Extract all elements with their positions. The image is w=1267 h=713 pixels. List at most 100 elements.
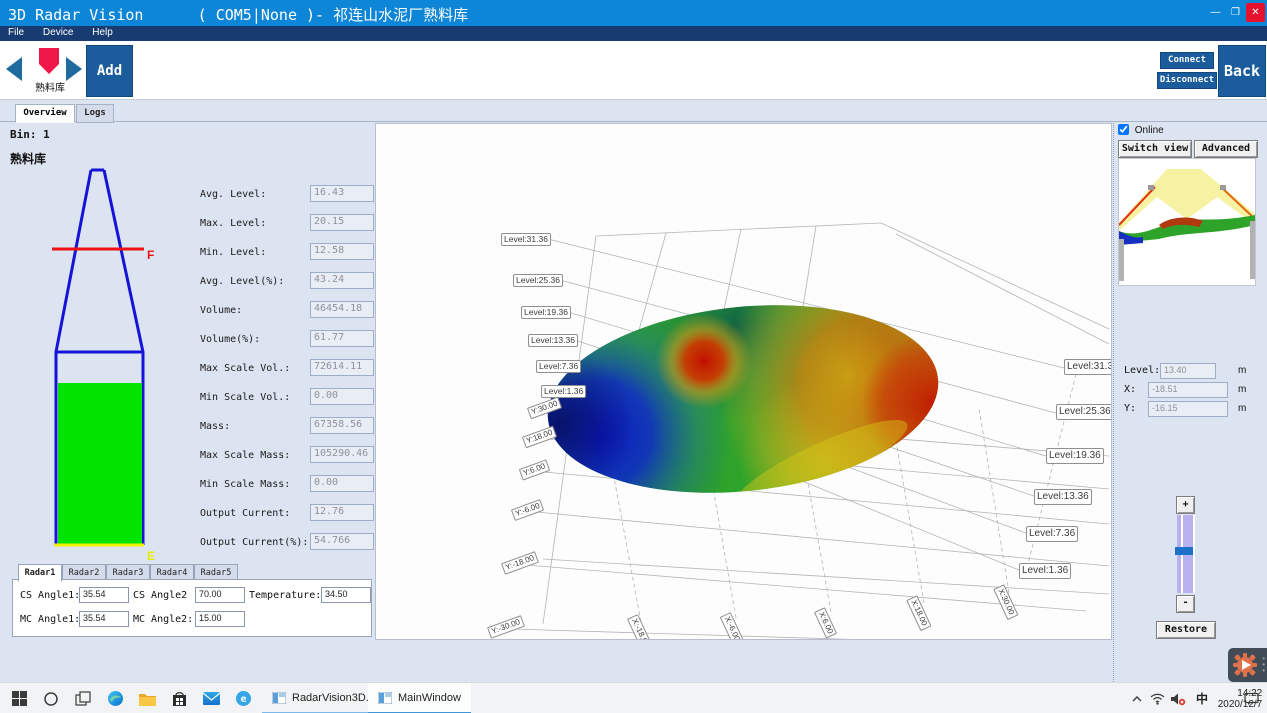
window-title: 3D Radar Vision ( COM5|None )- 祁连山水泥厂熟料库	[8, 4, 468, 25]
bin-pin-icon[interactable]	[36, 47, 62, 82]
stat-row: Volume:46454.18m^3	[200, 298, 400, 327]
cursor-level-label: Level:	[1124, 365, 1160, 376]
online-toggle-row: Online	[1118, 124, 1164, 136]
silo-fill-level	[58, 383, 142, 544]
cs-angle2-label: CS Angle2 :	[133, 590, 199, 601]
search-icon[interactable]	[36, 683, 66, 713]
minimize-button[interactable]: —	[1206, 3, 1225, 22]
cursor-x-unit: m	[1238, 384, 1246, 395]
level-label: Level:13.36	[1034, 489, 1092, 505]
title-bar: 3D Radar Vision ( COM5|None )- 祁连山水泥厂熟料库…	[0, 0, 1267, 26]
ime-indicator[interactable]: 中	[1192, 683, 1212, 713]
back-button[interactable]: Back	[1218, 45, 1266, 97]
mc-angle2-field[interactable]: 15.00	[195, 611, 245, 627]
add-button[interactable]: Add	[86, 45, 133, 97]
surface-mesh	[536, 294, 956, 522]
cursor-x-label: X:	[1124, 384, 1136, 395]
tab-logs[interactable]: Logs	[76, 104, 114, 123]
mail-icon[interactable]	[196, 683, 226, 713]
stat-value-field[interactable]: 12.58	[310, 243, 374, 260]
mc-angle1-field[interactable]: 35.54	[79, 611, 129, 627]
tab-overview[interactable]: Overview	[15, 104, 75, 123]
stat-value-field[interactable]: 0.00	[310, 475, 374, 492]
screen-recorder-widget[interactable]: •••	[1228, 648, 1267, 682]
menu-help[interactable]: Help	[84, 26, 121, 38]
volume-muted-icon[interactable]	[1168, 683, 1188, 713]
cs-angle1-label: CS Angle1:	[20, 590, 80, 601]
level-label: Level:13.36	[528, 334, 578, 347]
stat-value-field[interactable]: 72614.11	[310, 359, 374, 376]
edge-browser-icon[interactable]	[100, 683, 130, 713]
temperature-field[interactable]: 34.50	[321, 587, 371, 603]
stat-row: Min Scale Vol.:0.00m^3	[200, 385, 400, 414]
disconnect-button[interactable]: Disconnect	[1157, 72, 1217, 89]
stat-value-field[interactable]: 67358.56	[310, 417, 374, 434]
level-label: Level:1.36	[541, 385, 586, 398]
surface-plot-3d[interactable]: Level:31.36 Level:25.36 Level:19.36 Leve…	[375, 123, 1112, 640]
level-label: Level:31.36	[501, 233, 551, 246]
stat-value-field[interactable]: 43.24	[310, 272, 374, 289]
cursor-y-field[interactable]: -16.15	[1148, 401, 1228, 417]
radar-unit-icon	[1148, 185, 1154, 190]
silo-diagram: F E	[38, 162, 168, 572]
close-button[interactable]: ✕	[1246, 3, 1265, 22]
store-icon[interactable]	[164, 683, 194, 713]
online-checkbox[interactable]	[1118, 124, 1129, 135]
cursor-level-field[interactable]: 13.40	[1160, 363, 1216, 379]
radar-detail-panel: CS Angle1: 35.54 CS Angle2 : 70.00 Tempe…	[12, 579, 372, 637]
stat-value-field[interactable]: 61.77	[310, 330, 374, 347]
stat-value-field[interactable]: 0.00	[310, 388, 374, 405]
switch-view-button[interactable]: Switch view	[1118, 140, 1192, 158]
tray-expand-chevron-icon[interactable]	[1128, 683, 1146, 713]
stat-value-field[interactable]: 54.766	[310, 533, 374, 550]
prev-bin-arrow-icon[interactable]	[6, 57, 22, 81]
stat-value-field[interactable]: 105290.46	[310, 446, 374, 463]
cursor-x-field[interactable]: -18.51	[1148, 382, 1228, 398]
stat-row: Avg. Level(%):43.24%	[200, 269, 400, 298]
action-center-icon[interactable]	[1238, 683, 1264, 713]
temperature-label: Temperature:	[249, 590, 321, 601]
level-label: Level:25.36	[513, 274, 563, 287]
cs-angle1-field[interactable]: 35.54	[79, 587, 129, 603]
bin-stats: Avg. Level:16.43m Max. Level:20.15m Min.…	[200, 182, 400, 559]
zoom-out-button[interactable]: -	[1176, 595, 1195, 613]
taskbar-task-mainwindow[interactable]: MainWindow	[368, 683, 471, 713]
menu-device[interactable]: Device	[35, 26, 82, 38]
stat-row: Max. Level:20.15m	[200, 211, 400, 240]
wifi-icon[interactable]	[1148, 683, 1166, 713]
level-label: Level:1.36	[1019, 563, 1071, 579]
file-explorer-icon[interactable]	[132, 683, 162, 713]
maximize-button[interactable]: ❐	[1226, 3, 1245, 22]
right-panel: Online Switch view Advanced	[1113, 123, 1257, 713]
next-bin-arrow-icon[interactable]	[66, 57, 82, 81]
tab-radar1[interactable]: Radar1	[18, 564, 62, 582]
cross-section-preview[interactable]	[1118, 158, 1256, 286]
stat-value-field[interactable]: 16.43	[310, 185, 374, 202]
zoom-slider-handle[interactable]	[1175, 547, 1193, 555]
mc-angle1-label: MC Angle1:	[20, 614, 80, 625]
connect-button[interactable]: Connect	[1160, 52, 1214, 69]
stat-value-field[interactable]: 46454.18	[310, 301, 374, 318]
silo-marker-f: F	[147, 248, 154, 262]
recorder-menu-dots-icon[interactable]: •••	[1262, 656, 1265, 674]
stat-row: Max Scale Vol.:72614.11m^3	[200, 356, 400, 385]
radar-ray-left	[1119, 187, 1155, 225]
cs-angle2-field[interactable]: 70.00	[195, 587, 245, 603]
internet-explorer-icon[interactable]: e	[228, 683, 258, 713]
tab-separator	[0, 121, 1267, 122]
restore-button[interactable]: Restore	[1156, 621, 1216, 639]
stat-row: Volume(%):61.77%	[200, 327, 400, 356]
zoom-in-button[interactable]: +	[1176, 496, 1195, 514]
task-view-icon[interactable]	[68, 683, 98, 713]
start-button-icon[interactable]	[4, 683, 34, 713]
stat-value-field[interactable]: 12.76	[310, 504, 374, 521]
stat-value-field[interactable]: 20.15	[310, 214, 374, 231]
advanced-button[interactable]: Advanced	[1194, 140, 1258, 158]
menu-file[interactable]: File	[0, 26, 32, 38]
level-label: Level:19.36	[1046, 448, 1104, 464]
online-label: Online	[1135, 125, 1164, 136]
app-window: 3D Radar Vision ( COM5|None )- 祁连山水泥厂熟料库…	[0, 0, 1267, 713]
level-label: Level:25.36	[1056, 404, 1112, 420]
app-window-icon	[272, 692, 286, 704]
recorder-gear-icon[interactable]	[1232, 652, 1258, 678]
